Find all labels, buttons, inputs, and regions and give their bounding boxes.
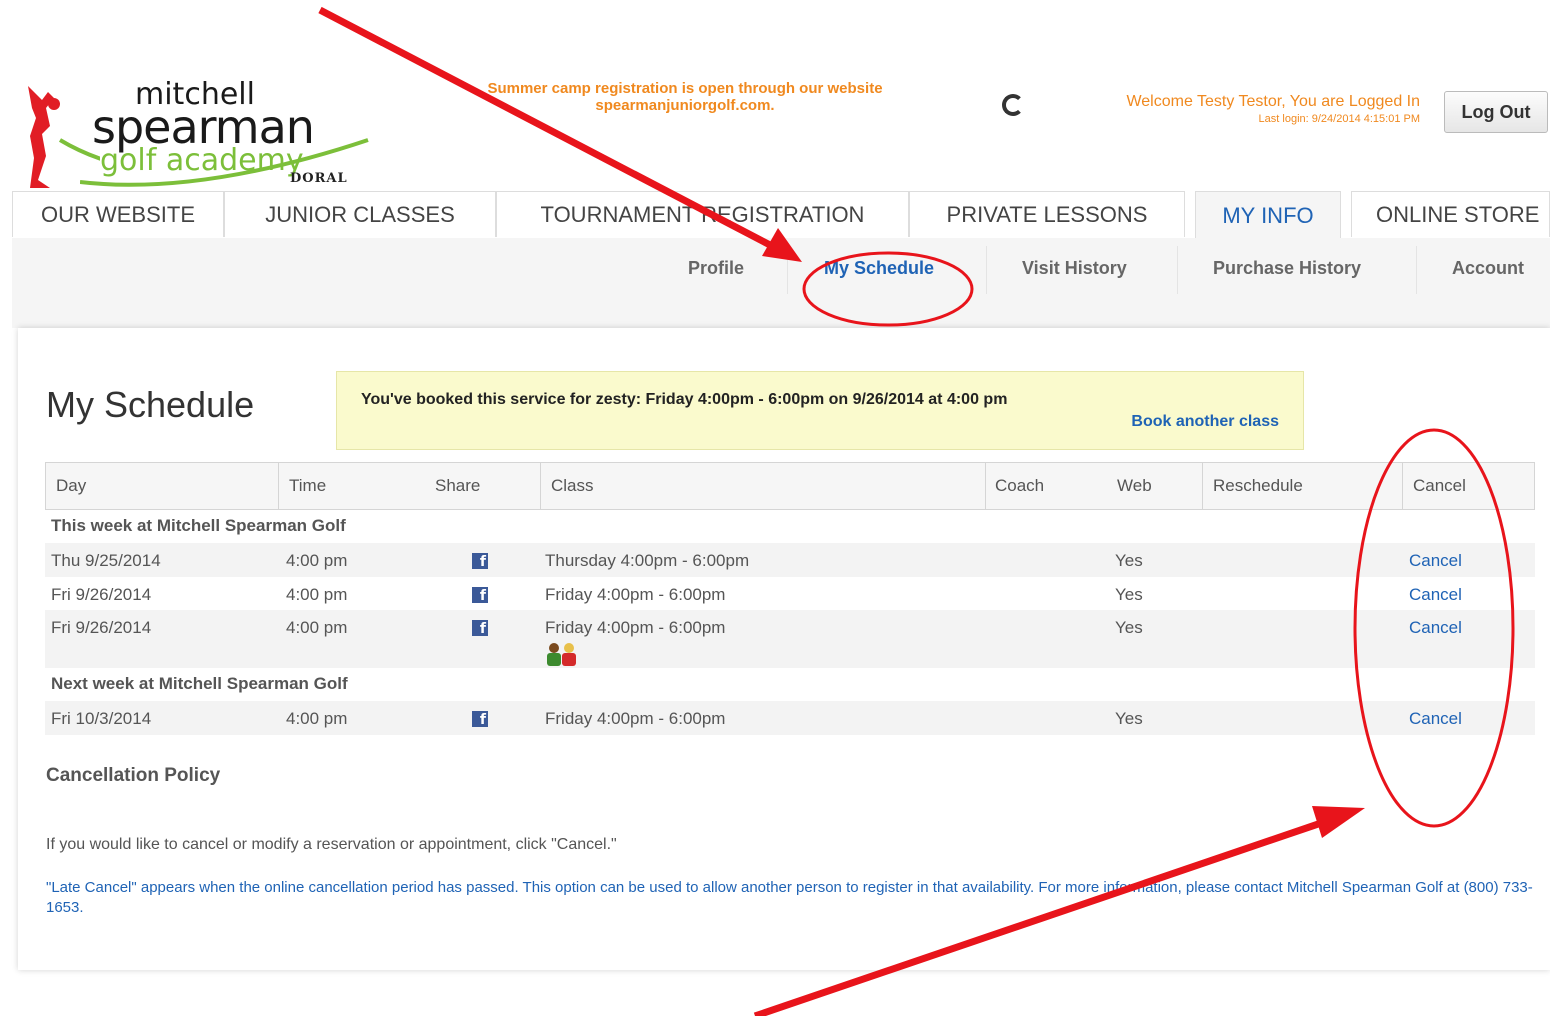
cell-time: 4:00 pm xyxy=(286,618,348,637)
table-row: Fri 10/3/2014 4:00 pm f Friday 4:00pm - … xyxy=(45,701,1535,735)
subnav-divider xyxy=(1416,246,1417,294)
cancel-link[interactable]: Cancel xyxy=(1409,709,1462,729)
facebook-share-icon[interactable]: f xyxy=(472,620,488,637)
cancel-link[interactable]: Cancel xyxy=(1409,618,1462,638)
column-header-share[interactable]: Share xyxy=(435,462,480,510)
tab-junior-classes[interactable]: JUNIOR CLASSES xyxy=(224,191,496,237)
facebook-share-icon[interactable]: f xyxy=(472,711,488,728)
facebook-share-icon[interactable]: f xyxy=(472,553,488,570)
booking-message: You've booked this service for zesty: Fr… xyxy=(361,391,1008,408)
cell-web: Yes xyxy=(1115,709,1143,728)
cell-time: 4:00 pm xyxy=(286,585,348,604)
cancellation-policy-text: If you would like to cancel or modify a … xyxy=(46,836,617,853)
people-icon xyxy=(547,643,576,666)
subtab-account[interactable]: Account xyxy=(1452,258,1524,282)
late-cancel-note: "Late Cancel" appears when the online ca… xyxy=(46,879,1533,916)
facebook-share-icon[interactable]: f xyxy=(472,587,488,604)
loading-spinner-icon xyxy=(1002,94,1024,116)
tab-my-info[interactable]: MY INFO xyxy=(1195,191,1341,239)
group-title: This week at Mitchell Spearman Golf xyxy=(51,516,346,535)
column-separator xyxy=(1202,462,1203,510)
logo-line-4: DORAL xyxy=(290,171,348,186)
subtab-profile[interactable]: Profile xyxy=(688,258,744,282)
column-header-cancel[interactable]: Cancel xyxy=(1413,462,1466,510)
cell-day: Fri 9/26/2014 xyxy=(51,585,152,604)
subtab-visit-history[interactable]: Visit History xyxy=(1022,258,1127,282)
cell-class: Friday 4:00pm - 6:00pm xyxy=(545,585,726,604)
cell-class: Friday 4:00pm - 6:00pm xyxy=(545,709,726,728)
logo-line-3: golf academy xyxy=(100,143,304,178)
cell-time: 4:00 pm xyxy=(286,709,348,728)
welcome-text: Welcome Testy Testor, You are Logged In xyxy=(1126,93,1420,110)
column-header-reschedule[interactable]: Reschedule xyxy=(1213,462,1303,510)
table-row: Thu 9/25/2014 4:00 pm f Thursday 4:00pm … xyxy=(45,543,1535,577)
tab-private-lessons[interactable]: PRIVATE LESSONS xyxy=(909,191,1185,237)
column-header-web[interactable]: Web xyxy=(1117,462,1152,510)
group-title: Next week at Mitchell Spearman Golf xyxy=(51,674,348,693)
announcement-line-1: Summer camp registration is open through… xyxy=(487,80,883,97)
cell-web: Yes xyxy=(1115,585,1143,604)
tab-our-website[interactable]: OUR WEBSITE xyxy=(12,191,224,237)
column-separator xyxy=(1402,462,1403,510)
column-header-coach[interactable]: Coach xyxy=(995,462,1044,510)
cell-day: Thu 9/25/2014 xyxy=(51,551,161,570)
cancellation-policy-title: Cancellation Policy xyxy=(46,765,221,786)
subnav-divider xyxy=(1177,246,1178,294)
announcement: Summer camp registration is open through… xyxy=(420,80,950,114)
welcome-area: Welcome Testy Testor, You are Logged In … xyxy=(1050,93,1420,125)
table-row: Fri 9/26/2014 4:00 pm f Friday 4:00pm - … xyxy=(45,610,1535,668)
cell-time: 4:00 pm xyxy=(286,551,348,570)
cancel-link[interactable]: Cancel xyxy=(1409,585,1462,605)
cell-day: Fri 10/3/2014 xyxy=(51,709,152,728)
column-header-class[interactable]: Class xyxy=(551,462,594,510)
cancel-link[interactable]: Cancel xyxy=(1409,551,1462,571)
cell-web: Yes xyxy=(1115,551,1143,570)
announcement-line-2: spearmanjuniorgolf.com. xyxy=(595,97,775,114)
column-header-day[interactable]: Day xyxy=(56,462,86,510)
logo[interactable]: mitchell spearman golf academy DORAL xyxy=(20,80,370,190)
subnav-divider xyxy=(787,246,788,294)
schedule-table-header xyxy=(45,462,1535,510)
tab-tournament-registration[interactable]: TOURNAMENT REGISTRATION xyxy=(496,191,909,237)
column-separator xyxy=(540,462,541,510)
sub-nav xyxy=(12,238,1550,328)
table-row: Fri 9/26/2014 4:00 pm f Friday 4:00pm - … xyxy=(45,577,1535,610)
column-separator xyxy=(278,462,279,510)
subtab-purchase-history[interactable]: Purchase History xyxy=(1213,258,1361,282)
page-title: My Schedule xyxy=(46,384,255,425)
subnav-divider xyxy=(986,246,987,294)
cell-day: Fri 9/26/2014 xyxy=(51,618,152,637)
main-nav: OUR WEBSITE JUNIOR CLASSES TOURNAMENT RE… xyxy=(12,191,1550,239)
book-another-class-link[interactable]: Book another class xyxy=(1131,413,1279,431)
logout-button[interactable]: Log Out xyxy=(1444,91,1548,133)
column-separator xyxy=(985,462,986,510)
cell-class: Friday 4:00pm - 6:00pm xyxy=(545,618,726,637)
tab-online-store[interactable]: ONLINE STORE xyxy=(1351,191,1550,237)
booking-notice: You've booked this service for zesty: Fr… xyxy=(336,371,1304,450)
column-header-time[interactable]: Time xyxy=(289,462,326,510)
group-header: Next week at Mitchell Spearman Golf xyxy=(45,668,1535,700)
last-login-text: Last login: 9/24/2014 4:15:01 PM xyxy=(1258,113,1420,125)
cell-class: Thursday 4:00pm - 6:00pm xyxy=(545,551,750,570)
cell-web: Yes xyxy=(1115,618,1143,637)
subtab-my-schedule[interactable]: My Schedule xyxy=(824,258,934,282)
group-header: This week at Mitchell Spearman Golf xyxy=(45,510,1535,542)
